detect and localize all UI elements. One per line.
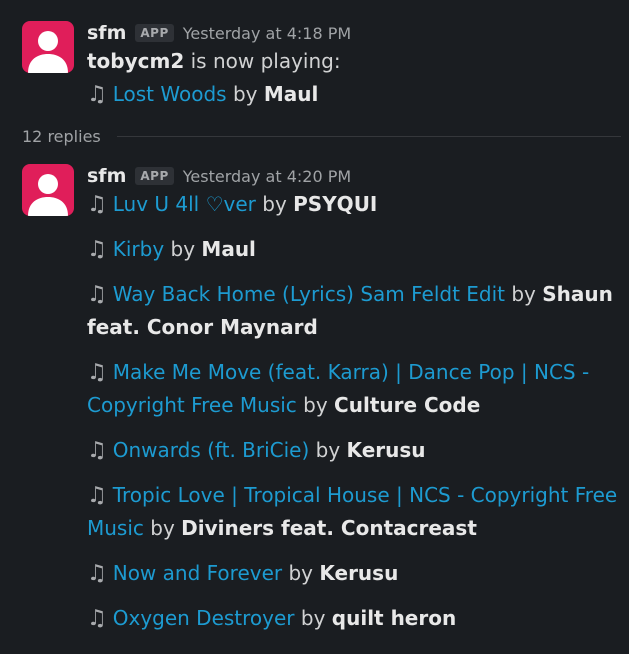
song-link[interactable]: Way Back Home (Lyrics) Sam Feldt Edit [113,282,505,306]
message-header: sfm APP Yesterday at 4:20 PM [87,164,629,188]
replies-count[interactable]: 12 replies [22,127,101,146]
musical-note-icon: ♫ [87,192,107,217]
by-text: by [288,561,313,585]
musical-note-icon: ♫ [87,237,107,262]
artist-name: Kerusu [319,561,399,585]
artist-name: Culture Code [334,393,481,417]
artist-name: Maul [263,82,319,106]
avatar[interactable] [22,21,74,73]
app-badge: APP [135,24,174,42]
musical-note-icon: ♫ [87,483,107,508]
musical-note-icon: ♫ [87,606,107,631]
musical-note-icon: ♫ [87,438,107,463]
by-text: by [303,393,328,417]
author-name[interactable]: sfm [87,22,126,44]
musical-note-icon: ♫ [87,561,107,586]
now-playing-line: tobycm2 is now playing: [87,45,629,78]
user-icon [28,174,68,216]
musical-note-icon: ♫ [87,82,107,107]
message-header: sfm APP Yesterday at 4:18 PM [87,21,629,45]
author-name[interactable]: sfm [87,165,126,187]
song-item: ♫ Now and Forever by Kerusu [87,557,629,590]
musical-note-icon: ♫ [87,282,107,307]
song-link[interactable]: Onwards (ft. BriCie) [113,438,310,462]
artist-name: quilt heron [331,606,457,630]
artist-name: PSYQUI [293,192,378,216]
now-playing-text: is now playing: [190,49,341,73]
song-item: ♫ Onwards (ft. BriCie) by Kerusu [87,434,629,467]
message: sfm APP Yesterday at 4:18 PM tobycm2 is … [0,21,629,111]
song-item: ♫ Kirby by Maul [87,233,629,266]
song-link[interactable]: Luv U 4ll ♡ver [113,192,256,216]
artist-name: Diviners feat. Contacreast [181,516,477,540]
message-list: sfm APP Yesterday at 4:18 PM tobycm2 is … [0,0,629,635]
timestamp[interactable]: Yesterday at 4:20 PM [183,167,351,186]
username: tobycm2 [87,49,185,73]
song-item: ♫ Lost Woods by Maul [87,78,629,111]
divider-line [116,136,621,137]
song-link[interactable]: Now and Forever [113,561,282,585]
by-text: by [232,82,258,106]
app-badge: APP [135,167,174,185]
by-text: by [315,438,341,462]
song-item: ♫ Make Me Move (feat. Karra) | Dance Pop … [87,356,629,422]
artist-name: Maul [201,237,256,261]
replies-divider: 12 replies [22,127,621,146]
song-link[interactable]: Oxygen Destroyer [113,606,295,630]
by-text: by [170,237,196,261]
song-item: ♫ Tropic Love | Tropical House | NCS - Co… [87,479,629,545]
song-item: ♫ Luv U 4ll ♡ver by PSYQUI [87,188,629,221]
by-text: by [262,192,287,216]
by-text: by [300,606,326,630]
song-item: ♫ Oxygen Destroyer by quilt heron [87,602,629,635]
avatar[interactable] [22,164,74,216]
song-link[interactable]: Kirby [113,237,164,261]
by-text: by [150,516,175,540]
message: sfm APP Yesterday at 4:20 PM ♫ Luv U 4ll … [0,164,629,635]
timestamp[interactable]: Yesterday at 4:18 PM [183,24,351,43]
musical-note-icon: ♫ [87,360,107,385]
artist-name: Kerusu [346,438,426,462]
song-link[interactable]: Lost Woods [113,82,227,106]
user-icon [28,31,68,73]
song-item: ♫ Way Back Home (Lyrics) Sam Feldt Edit b… [87,278,629,344]
by-text: by [511,282,536,306]
